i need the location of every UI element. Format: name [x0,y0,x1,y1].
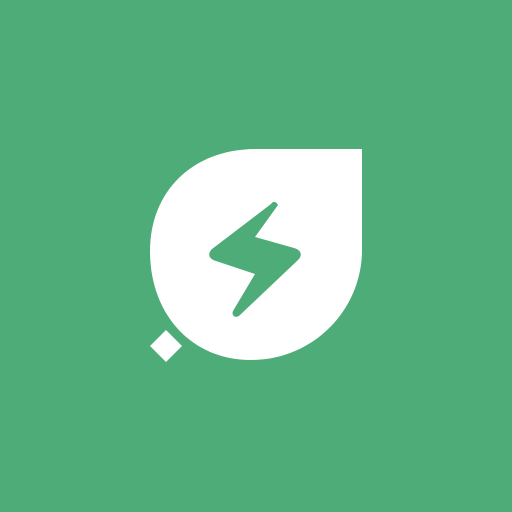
leaf-lightning-bolt-icon [0,0,512,512]
app-icon-canvas [0,0,512,512]
